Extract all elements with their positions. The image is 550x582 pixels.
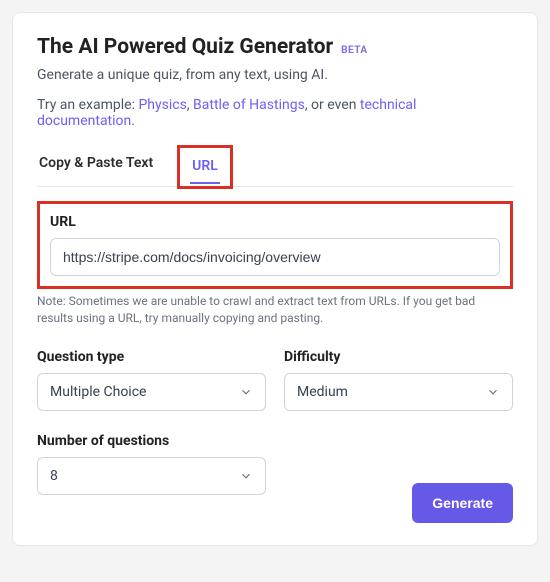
num-questions-col: Number of questions 8 (37, 433, 266, 495)
example-mid: , or even (305, 97, 360, 113)
question-type-select[interactable]: Multiple Choice (37, 373, 266, 411)
difficulty-select[interactable]: Medium (284, 373, 513, 411)
difficulty-label: Difficulty (284, 349, 513, 365)
options-row-1: Question type Multiple Choice Difficulty… (37, 349, 513, 411)
beta-badge: BETA (341, 45, 368, 56)
chevron-down-icon (486, 385, 500, 399)
example-link-physics[interactable]: Physics (138, 97, 186, 113)
url-section: URL (37, 201, 513, 289)
input-mode-tabs: Copy & Paste Text URL (37, 145, 513, 187)
title-row: The AI Powered Quiz Generator BETA (37, 35, 513, 59)
highlight-box-tab: URL (177, 145, 233, 189)
example-link-battle-of-hastings[interactable]: Battle of Hastings (193, 97, 305, 113)
url-note: Note: Sometimes we are unable to crawl a… (37, 293, 513, 327)
tab-url[interactable]: URL (190, 150, 220, 184)
url-field-label: URL (50, 214, 500, 230)
question-type-value: Multiple Choice (50, 384, 146, 400)
generate-button[interactable]: Generate (412, 483, 513, 523)
num-questions-label: Number of questions (37, 433, 266, 449)
chevron-down-icon (239, 469, 253, 483)
num-questions-value: 8 (50, 468, 58, 484)
quiz-generator-card: The AI Powered Quiz Generator BETA Gener… (12, 12, 538, 546)
chevron-down-icon (239, 385, 253, 399)
url-input[interactable] (50, 238, 500, 276)
example-suffix: . (131, 113, 135, 129)
example-prefix: Try an example: (37, 97, 138, 113)
question-type-col: Question type Multiple Choice (37, 349, 266, 411)
difficulty-value: Medium (297, 384, 348, 400)
num-questions-select[interactable]: 8 (37, 457, 266, 495)
question-type-label: Question type (37, 349, 266, 365)
example-line: Try an example: Physics, Battle of Hasti… (37, 97, 513, 129)
difficulty-col: Difficulty Medium (284, 349, 513, 411)
footer: Generate (412, 483, 513, 523)
page-title: The AI Powered Quiz Generator (37, 35, 333, 59)
page-subtitle: Generate a unique quiz, from any text, u… (37, 67, 513, 83)
tab-copy-paste-text[interactable]: Copy & Paste Text (37, 145, 155, 186)
